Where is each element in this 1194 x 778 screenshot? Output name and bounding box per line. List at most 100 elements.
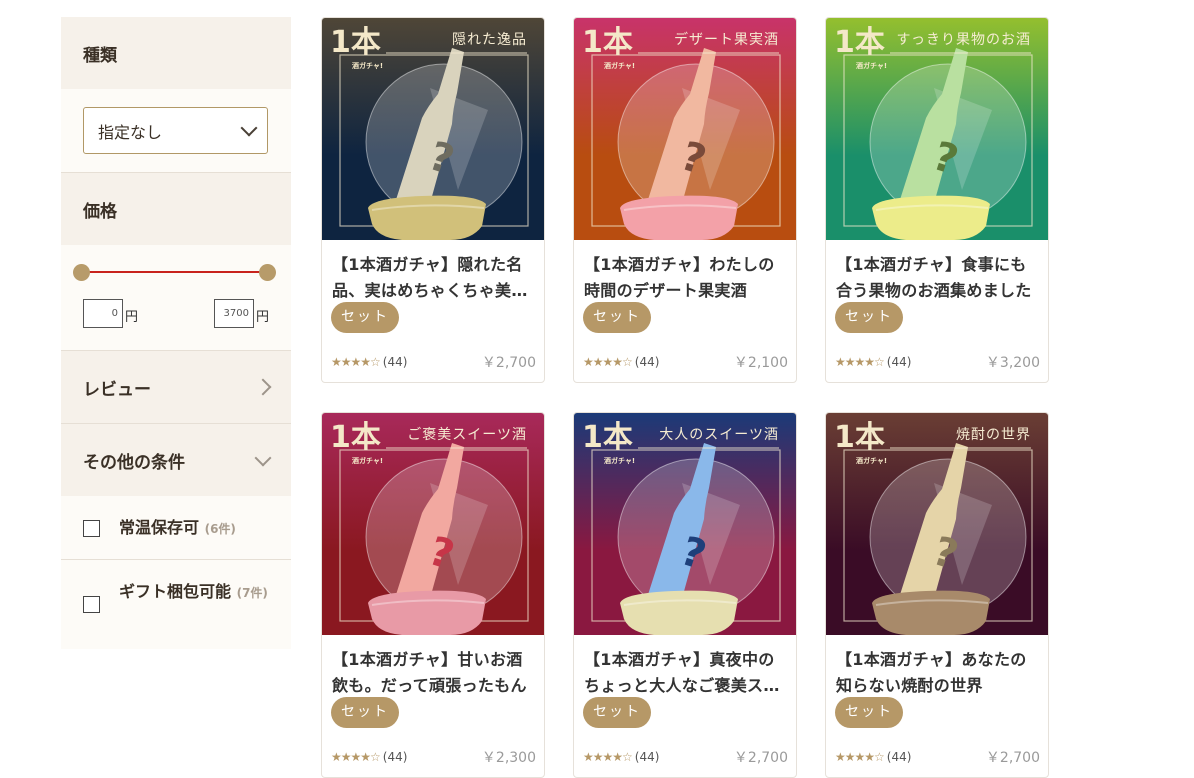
svg-text:酒ガチャ!: 酒ガチャ! — [856, 61, 887, 70]
product-image[interactable]: ? 1本 酒ガチャ! すっきり果物のお酒 — [826, 18, 1048, 240]
review-count: (44) — [634, 355, 660, 369]
filter-sidebar: 種類 指定なし 価格 円 円 レビュー その他の条件 常温保存可 (6件) — [61, 17, 291, 649]
product-image[interactable]: ? 1本 酒ガチャ! 焼酎の世界 — [826, 413, 1048, 635]
product-price: ￥2,700 — [481, 355, 536, 371]
gacha-bottle-illustration: ? 1本 酒ガチャ! ご褒美スイーツ酒 — [322, 413, 544, 635]
product-card[interactable]: ? 1本 酒ガチャ! すっきり果物のお酒 【1本酒ガチャ】食事にも合う果物のお酒… — [825, 17, 1049, 383]
gift-wrap-checkbox[interactable] — [83, 596, 100, 613]
product-image[interactable]: ? 1本 酒ガチャ! ご褒美スイーツ酒 — [322, 413, 544, 635]
product-image[interactable]: ? 1本 酒ガチャ! 大人のスイーツ酒 — [574, 413, 796, 635]
chevron-down-icon — [240, 119, 258, 137]
svg-text:1本: 1本 — [330, 25, 381, 60]
price-section-header: 価格 — [61, 173, 291, 245]
price-min-input[interactable] — [83, 299, 123, 328]
svg-text:ご褒美スイーツ酒: ご褒美スイーツ酒 — [407, 427, 527, 443]
gacha-bottle-illustration: ? 1本 酒ガチャ! 焼酎の世界 — [826, 413, 1048, 635]
review-count: (44) — [382, 750, 408, 764]
other-conditions-title: その他の条件 — [83, 452, 185, 473]
review-count: (44) — [886, 355, 912, 369]
category-section-header: 種類 — [61, 17, 291, 89]
review-count: (44) — [634, 750, 660, 764]
gift-wrap-count: (7件) — [236, 586, 268, 600]
product-rating: ★★★★☆ (44) — [835, 355, 911, 369]
other-conditions-header[interactable]: その他の条件 — [61, 424, 291, 496]
product-title[interactable]: 【1本酒ガチャ】あなたの知らない焼酎の世界 — [836, 647, 1040, 699]
gacha-bottle-illustration: ? 1本 酒ガチャ! すっきり果物のお酒 — [826, 18, 1048, 240]
svg-text:酒ガチャ!: 酒ガチャ! — [352, 456, 383, 465]
product-price: ￥2,700 — [985, 750, 1040, 766]
product-rating: ★★★★☆ (44) — [583, 750, 659, 764]
svg-text:大人のスイーツ酒: 大人のスイーツ酒 — [659, 427, 779, 443]
option-row-gift-wrap: ギフト梱包可能 (7件) — [61, 560, 291, 649]
room-temp-count: (6件) — [204, 522, 236, 536]
gacha-bottle-illustration: ? 1本 酒ガチャ! デザート果実酒 — [574, 18, 796, 240]
review-count: (44) — [886, 750, 912, 764]
svg-text:デザート果実酒: デザート果実酒 — [674, 31, 779, 48]
svg-text:酒ガチャ!: 酒ガチャ! — [604, 456, 635, 465]
price-slider-track[interactable] — [82, 271, 268, 273]
product-rating: ★★★★☆ (44) — [583, 355, 659, 369]
star-rating-icon: ★★★★☆ — [331, 750, 381, 764]
room-temp-checkbox[interactable] — [83, 520, 100, 537]
svg-text:1本: 1本 — [834, 420, 885, 455]
option-row-room-temp: 常温保存可 (6件) — [61, 496, 291, 559]
category-title: 種類 — [83, 45, 117, 66]
set-tag: セット — [331, 302, 399, 333]
review-title: レビュー — [83, 379, 151, 400]
svg-text:1本: 1本 — [582, 420, 633, 455]
room-temp-label: 常温保存可 — [119, 518, 200, 537]
price-slider-min-handle[interactable] — [73, 264, 90, 281]
svg-text:酒ガチャ!: 酒ガチャ! — [856, 456, 887, 465]
chevron-right-icon — [254, 378, 272, 396]
gacha-bottle-illustration: ? 1本 酒ガチャ! 大人のスイーツ酒 — [574, 413, 796, 635]
product-price: ￥2,700 — [733, 750, 788, 766]
star-rating-icon: ★★★★☆ — [583, 750, 633, 764]
product-card[interactable]: ? 1本 酒ガチャ! 隠れた逸品 【1本酒ガチャ】隠れた名品、実はめちゃくちゃ美… — [321, 17, 545, 383]
price-max-input[interactable] — [214, 299, 254, 328]
product-rating: ★★★★☆ (44) — [835, 750, 911, 764]
product-title[interactable]: 【1本酒ガチャ】わたしの時間のデザート果実酒 — [584, 252, 788, 304]
star-rating-icon: ★★★★☆ — [331, 355, 381, 369]
svg-text:隠れた逸品: 隠れた逸品 — [452, 32, 527, 48]
product-card[interactable]: ? 1本 酒ガチャ! 大人のスイーツ酒 【1本酒ガチャ】真夜中のちょっと大人なご… — [573, 412, 797, 778]
product-title[interactable]: 【1本酒ガチャ】真夜中のちょっと大人なご褒美スイーツ酒 — [584, 647, 788, 699]
product-title[interactable]: 【1本酒ガチャ】隠れた名品、実はめちゃくちゃ美味しい日本酒 — [332, 252, 536, 304]
set-tag: セット — [583, 302, 651, 333]
product-price: ￥2,100 — [733, 355, 788, 371]
svg-text:1本: 1本 — [834, 25, 885, 60]
category-section-body: 指定なし — [61, 89, 291, 172]
set-tag: セット — [835, 302, 903, 333]
product-price: ￥2,300 — [481, 750, 536, 766]
product-price: ￥3,200 — [985, 355, 1040, 371]
product-card[interactable]: ? 1本 酒ガチャ! ご褒美スイーツ酒 【1本酒ガチャ】甘いお酒飲も。だって頑張… — [321, 412, 545, 778]
price-min-unit: 円 — [125, 310, 139, 325]
svg-text:酒ガチャ!: 酒ガチャ! — [604, 61, 635, 70]
price-section-body: 円 円 — [61, 245, 291, 350]
gift-wrap-label: ギフト梱包可能 — [119, 582, 232, 601]
svg-text:1本: 1本 — [582, 25, 633, 60]
svg-text:すっきり果物のお酒: すっきり果物のお酒 — [897, 32, 1031, 48]
chevron-down-icon — [254, 449, 272, 466]
star-rating-icon: ★★★★☆ — [835, 750, 885, 764]
product-rating: ★★★★☆ (44) — [331, 750, 407, 764]
gacha-bottle-illustration: ? 1本 酒ガチャ! 隠れた逸品 — [322, 18, 544, 240]
price-max-unit: 円 — [256, 310, 270, 325]
svg-text:焼酎の世界: 焼酎の世界 — [956, 427, 1031, 443]
price-title: 価格 — [83, 201, 117, 222]
price-slider-max-handle[interactable] — [259, 264, 276, 281]
set-tag: セット — [583, 697, 651, 728]
product-title[interactable]: 【1本酒ガチャ】甘いお酒飲も。だって頑張ったもん — [332, 647, 536, 699]
review-count: (44) — [382, 355, 408, 369]
product-image[interactable]: ? 1本 酒ガチャ! 隠れた逸品 — [322, 18, 544, 240]
star-rating-icon: ★★★★☆ — [835, 355, 885, 369]
product-card[interactable]: ? 1本 酒ガチャ! デザート果実酒 【1本酒ガチャ】わたしの時間のデザート果実… — [573, 17, 797, 383]
product-title[interactable]: 【1本酒ガチャ】食事にも合う果物のお酒集めました — [836, 252, 1040, 304]
review-section-header[interactable]: レビュー — [61, 351, 291, 423]
product-card[interactable]: ? 1本 酒ガチャ! 焼酎の世界 【1本酒ガチャ】あなたの知らない焼酎の世界 セ… — [825, 412, 1049, 778]
svg-text:1本: 1本 — [330, 420, 381, 455]
product-rating: ★★★★☆ (44) — [331, 355, 407, 369]
product-image[interactable]: ? 1本 酒ガチャ! デザート果実酒 — [574, 18, 796, 240]
set-tag: セット — [835, 697, 903, 728]
set-tag: セット — [331, 697, 399, 728]
category-select[interactable]: 指定なし — [83, 107, 268, 154]
